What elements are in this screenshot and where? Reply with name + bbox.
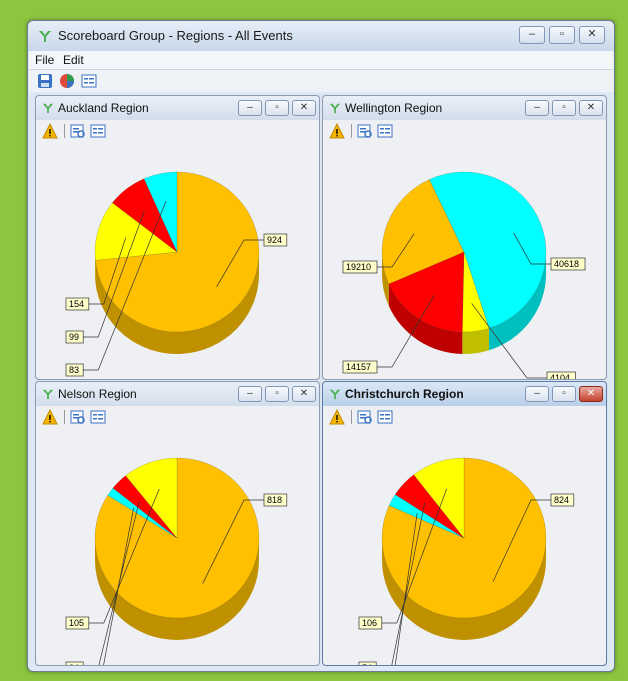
- warning-icon[interactable]: [329, 409, 345, 425]
- menu-file[interactable]: File: [35, 53, 54, 67]
- nelson-panel-title-bar[interactable]: Nelson Region – ▫ ✕: [36, 382, 319, 406]
- christchurch-pie-chart: 8242554106: [358, 457, 575, 665]
- properties-icon[interactable]: [377, 409, 393, 425]
- auckland-close-button[interactable]: ✕: [292, 100, 316, 116]
- app-logo-icon: [329, 103, 341, 114]
- christchurch-data-label: 824: [554, 495, 569, 505]
- nelson-panel-toolbar: [42, 409, 142, 427]
- wellington-maximize-button[interactable]: ▫: [552, 100, 576, 116]
- properties-icon[interactable]: [377, 123, 393, 139]
- app-logo-icon: [39, 31, 51, 42]
- maximize-button[interactable]: ▫: [549, 26, 575, 44]
- save-icon[interactable]: [37, 73, 53, 89]
- window-title: Scoreboard Group - Regions - All Events: [58, 28, 293, 43]
- nelson-data-label: 34: [69, 663, 79, 665]
- wellington-data-label: 19210: [346, 262, 371, 272]
- find-icon[interactable]: [357, 123, 373, 139]
- menu-edit[interactable]: Edit: [63, 53, 84, 67]
- minimize-button[interactable]: –: [519, 26, 545, 44]
- toolbar-separator: [64, 124, 65, 138]
- christchurch-panel-title-bar[interactable]: Christchurch Region – ▫ ✕: [323, 382, 606, 406]
- warning-icon[interactable]: [42, 409, 58, 425]
- warning-icon[interactable]: [42, 123, 58, 139]
- christchurch-region-panel: Christchurch Region – ▫ ✕ 8242554106: [322, 381, 607, 666]
- nelson-region-panel: Nelson Region – ▫ ✕ 8181734105: [35, 381, 320, 666]
- nelson-data-label: 818: [267, 495, 282, 505]
- christchurch-close-button[interactable]: ✕: [579, 386, 603, 402]
- christchurch-minimize-button[interactable]: –: [525, 386, 549, 402]
- toolbar-separator: [351, 124, 352, 138]
- screenshot-frame: Scoreboard Group - Regions - All Events …: [4, 4, 624, 677]
- auckland-pie-chart: 924 154 99 83: [65, 171, 288, 377]
- app-logo-icon: [42, 103, 54, 114]
- nelson-minimize-button[interactable]: –: [238, 386, 262, 402]
- christchurch-panel-title: Christchurch Region: [345, 387, 464, 401]
- auckland-data-label: 924: [267, 235, 282, 245]
- find-icon[interactable]: [70, 409, 86, 425]
- auckland-data-label: 83: [69, 365, 79, 375]
- menu-bar: File Edit: [29, 51, 613, 70]
- nelson-maximize-button[interactable]: ▫: [265, 386, 289, 402]
- wellington-close-button[interactable]: ✕: [579, 100, 603, 116]
- title-bar[interactable]: Scoreboard Group - Regions - All Events …: [28, 21, 614, 51]
- find-icon[interactable]: [70, 123, 86, 139]
- wellington-panel-toolbar: [329, 123, 429, 141]
- auckland-panel-title: Auckland Region: [58, 101, 149, 115]
- nelson-data-label: 105: [69, 618, 84, 628]
- warning-icon[interactable]: [329, 123, 345, 139]
- main-window: Scoreboard Group - Regions - All Events …: [27, 20, 615, 672]
- christchurch-data-label: 106: [362, 618, 377, 628]
- properties-icon[interactable]: [90, 409, 106, 425]
- find-icon[interactable]: [357, 409, 373, 425]
- wellington-panel-title: Wellington Region: [345, 101, 443, 115]
- wellington-panel-title-bar[interactable]: Wellington Region – ▫ ✕: [323, 96, 606, 120]
- toolbar-separator: [351, 410, 352, 424]
- nelson-panel-title: Nelson Region: [58, 387, 137, 401]
- properties-icon[interactable]: [90, 123, 106, 139]
- toolbar: [29, 70, 613, 92]
- auckland-panel-title-bar[interactable]: Auckland Region – ▫ ✕: [36, 96, 319, 120]
- auckland-minimize-button[interactable]: –: [238, 100, 262, 116]
- wellington-minimize-button[interactable]: –: [525, 100, 549, 116]
- close-button[interactable]: ✕: [579, 26, 605, 44]
- auckland-data-label: 99: [69, 332, 79, 342]
- properties-icon[interactable]: [81, 73, 97, 89]
- wellington-pie-chart: 40618 4104 14157 19210: [342, 171, 586, 379]
- wellington-data-label: 14157: [346, 362, 371, 372]
- auckland-maximize-button[interactable]: ▫: [265, 100, 289, 116]
- christchurch-panel-toolbar: [329, 409, 429, 427]
- christchurch-maximize-button[interactable]: ▫: [552, 386, 576, 402]
- app-logo-icon: [329, 389, 341, 400]
- nelson-close-button[interactable]: ✕: [292, 386, 316, 402]
- globe-icon[interactable]: [59, 73, 75, 89]
- auckland-panel-toolbar: [42, 123, 142, 141]
- workspace: Auckland Region – ▫ ✕ 924 154 99 83 Welling…: [34, 94, 608, 666]
- christchurch-data-label: 54: [362, 663, 372, 665]
- auckland-data-label: 154: [69, 299, 84, 309]
- toolbar-separator: [64, 410, 65, 424]
- wellington-region-panel: Wellington Region – ▫ ✕ 40618 4104 14157 19…: [322, 95, 607, 380]
- app-logo-icon: [42, 389, 54, 400]
- nelson-pie-chart: 8181734105: [65, 457, 288, 665]
- wellington-data-label: 40618: [554, 259, 579, 269]
- auckland-region-panel: Auckland Region – ▫ ✕ 924 154 99 83: [35, 95, 320, 380]
- wellington-data-label: 4104: [550, 373, 570, 379]
